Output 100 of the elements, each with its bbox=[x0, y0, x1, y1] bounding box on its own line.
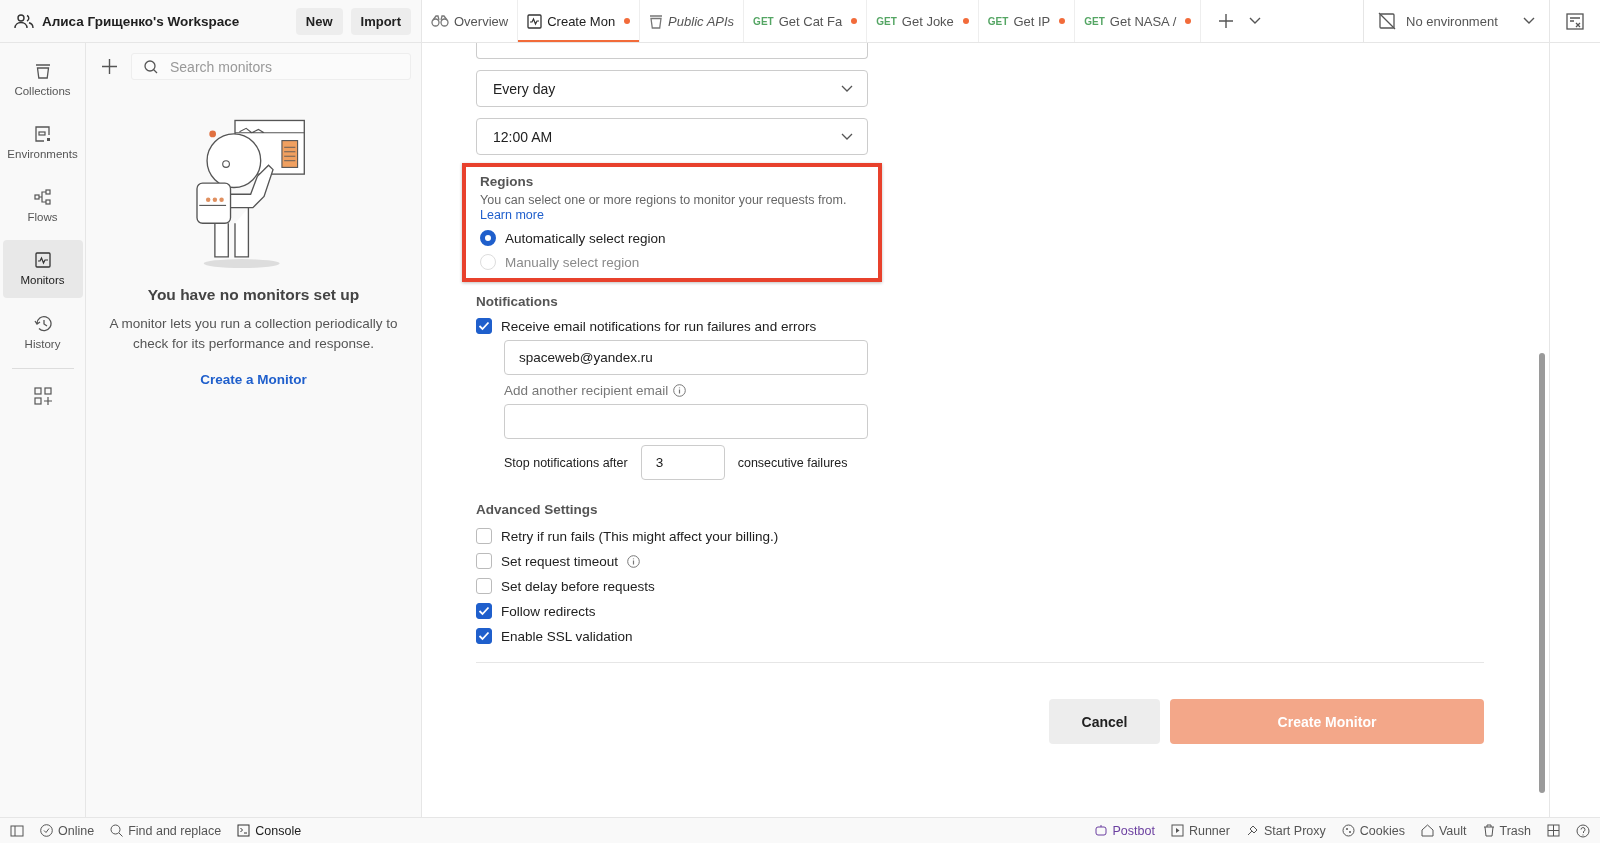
monitor-icon bbox=[34, 252, 51, 268]
status-item[interactable]: Console bbox=[237, 823, 302, 838]
status-item[interactable]: Trash bbox=[1482, 823, 1531, 838]
chevron-down-icon bbox=[1523, 17, 1535, 25]
history-icon bbox=[33, 314, 52, 332]
flows-icon bbox=[33, 189, 52, 205]
email-field[interactable] bbox=[504, 404, 868, 439]
tab[interactable]: Create Mon bbox=[518, 0, 641, 42]
status-item[interactable]: Postbot bbox=[1093, 823, 1155, 838]
checkbox-label: Set delay before requests bbox=[501, 578, 655, 594]
method-label: GET bbox=[753, 15, 774, 27]
checkbox[interactable] bbox=[476, 553, 492, 569]
radio-label: Automatically select region bbox=[505, 230, 666, 246]
chevron-down-icon bbox=[841, 132, 853, 141]
variables-icon[interactable] bbox=[1566, 12, 1584, 30]
nav-item[interactable]: Collections bbox=[2, 51, 83, 109]
field-label: Add another recipient email bbox=[504, 383, 669, 398]
checkbox-label: Enable SSL validation bbox=[501, 628, 633, 644]
email-field[interactable]: spaceweb@yandex.ru bbox=[504, 340, 868, 375]
tab[interactable]: GET Get Joke bbox=[867, 0, 979, 42]
info-icon bbox=[627, 554, 641, 568]
nav-item[interactable]: Environments bbox=[2, 114, 83, 172]
dropdown[interactable]: 12:00 AM bbox=[476, 118, 868, 155]
stop-label: Stop notifications after bbox=[504, 455, 628, 470]
tab[interactable]: Overview bbox=[422, 0, 519, 42]
chevron-down-icon bbox=[841, 84, 853, 93]
method-label: GET bbox=[987, 15, 1009, 27]
checkbox-label: Receive email notifications for run failures and errors bbox=[501, 318, 817, 334]
number-field[interactable]: 3 bbox=[640, 445, 725, 480]
cancel-button[interactable]: Cancel bbox=[1049, 699, 1160, 744]
checkbox[interactable] bbox=[476, 628, 492, 644]
tab-label: Create Mon bbox=[547, 13, 616, 29]
workspace-name[interactable]: Алиса Грищенко's Workspace bbox=[42, 13, 288, 29]
scrollbar[interactable] bbox=[1539, 353, 1545, 793]
unsaved-dot bbox=[962, 18, 969, 24]
collections-icon bbox=[34, 63, 51, 79]
description-text: You can select one or more regions to monitor your requests from. bbox=[480, 193, 848, 207]
environments-icon bbox=[34, 126, 51, 142]
checkbox[interactable] bbox=[476, 578, 492, 594]
tab[interactable]: GET Get IP bbox=[978, 0, 1076, 42]
search-field[interactable]: Search monitors bbox=[131, 53, 411, 80]
plus-icon[interactable] bbox=[102, 59, 117, 74]
checkbox[interactable] bbox=[476, 318, 492, 334]
tab-label: Public APIs bbox=[668, 13, 735, 29]
plug-icon bbox=[1245, 824, 1259, 837]
nav-item[interactable]: History bbox=[2, 303, 83, 361]
collection-icon bbox=[649, 13, 664, 29]
checkbox[interactable] bbox=[476, 603, 492, 619]
status-item[interactable]: Runner bbox=[1170, 823, 1230, 838]
empty-state-title: You have no monitors set up bbox=[147, 286, 360, 304]
binoculars-icon bbox=[431, 15, 449, 27]
header-button[interactable]: New bbox=[295, 7, 343, 35]
trash-icon bbox=[1482, 824, 1495, 837]
add-apps-icon[interactable] bbox=[33, 387, 52, 405]
empty-state-text: A monitor lets you run a collection periodically to check for its performance and response. bbox=[108, 315, 399, 353]
robot-icon bbox=[1093, 824, 1108, 837]
checkbox-label: Retry if run fails (This might affect your billing.) bbox=[501, 528, 779, 544]
layout-icon[interactable] bbox=[1547, 824, 1560, 837]
nav-item[interactable]: Monitors bbox=[2, 240, 83, 298]
dropdown[interactable]: Every day bbox=[476, 70, 868, 107]
monitor-icon bbox=[527, 13, 543, 29]
tab-label: Get IP bbox=[1013, 13, 1051, 29]
checkbox[interactable] bbox=[476, 528, 492, 544]
terminal-icon bbox=[237, 824, 251, 837]
search-icon bbox=[144, 60, 158, 74]
method-label: GET bbox=[876, 15, 897, 27]
status-item[interactable]: Online bbox=[40, 823, 95, 838]
status-item[interactable]: Cookies bbox=[1341, 823, 1405, 838]
unsaved-dot bbox=[851, 18, 858, 24]
sidebar-toggle-icon[interactable] bbox=[10, 824, 24, 837]
section-title: Notifications bbox=[476, 294, 559, 309]
checkbox-label: Follow redirects bbox=[501, 603, 596, 619]
status-item[interactable]: Find and replace bbox=[110, 823, 222, 838]
environment-selector[interactable]: No environment bbox=[1363, 0, 1549, 42]
unsaved-dot bbox=[1059, 18, 1066, 24]
tab[interactable]: GET Get Cat Fa bbox=[744, 0, 868, 42]
check-circle-icon bbox=[40, 824, 53, 837]
no-environment-icon bbox=[1378, 12, 1396, 30]
plus-icon[interactable] bbox=[1219, 14, 1234, 28]
unsaved-dot bbox=[624, 18, 631, 24]
tab[interactable]: Public APIs bbox=[640, 0, 745, 42]
create-monitor-link[interactable]: Create a Monitor bbox=[200, 372, 307, 387]
status-item[interactable]: Vault bbox=[1420, 823, 1467, 838]
house-icon bbox=[1420, 824, 1434, 837]
section-title: Regions bbox=[480, 174, 535, 189]
cookie-icon bbox=[1341, 824, 1355, 837]
header-button[interactable]: Import bbox=[350, 7, 411, 35]
method-label: GET bbox=[1084, 15, 1105, 27]
status-item[interactable]: Start Proxy bbox=[1245, 823, 1326, 838]
learn-more-link[interactable]: Learn more bbox=[480, 208, 544, 222]
radio-label: Manually select region bbox=[505, 254, 640, 270]
radio-button[interactable] bbox=[480, 230, 496, 246]
checkbox-label: Set request timeout bbox=[501, 553, 619, 569]
stop-label: consecutive failures bbox=[737, 455, 848, 470]
search-icon bbox=[110, 824, 124, 837]
tab[interactable]: GET Get NASA / bbox=[1075, 0, 1202, 42]
help-icon[interactable] bbox=[1576, 823, 1590, 838]
chevron-down-icon[interactable] bbox=[1249, 17, 1262, 25]
nav-item[interactable]: Flows bbox=[2, 177, 83, 235]
play-icon bbox=[1170, 824, 1184, 837]
